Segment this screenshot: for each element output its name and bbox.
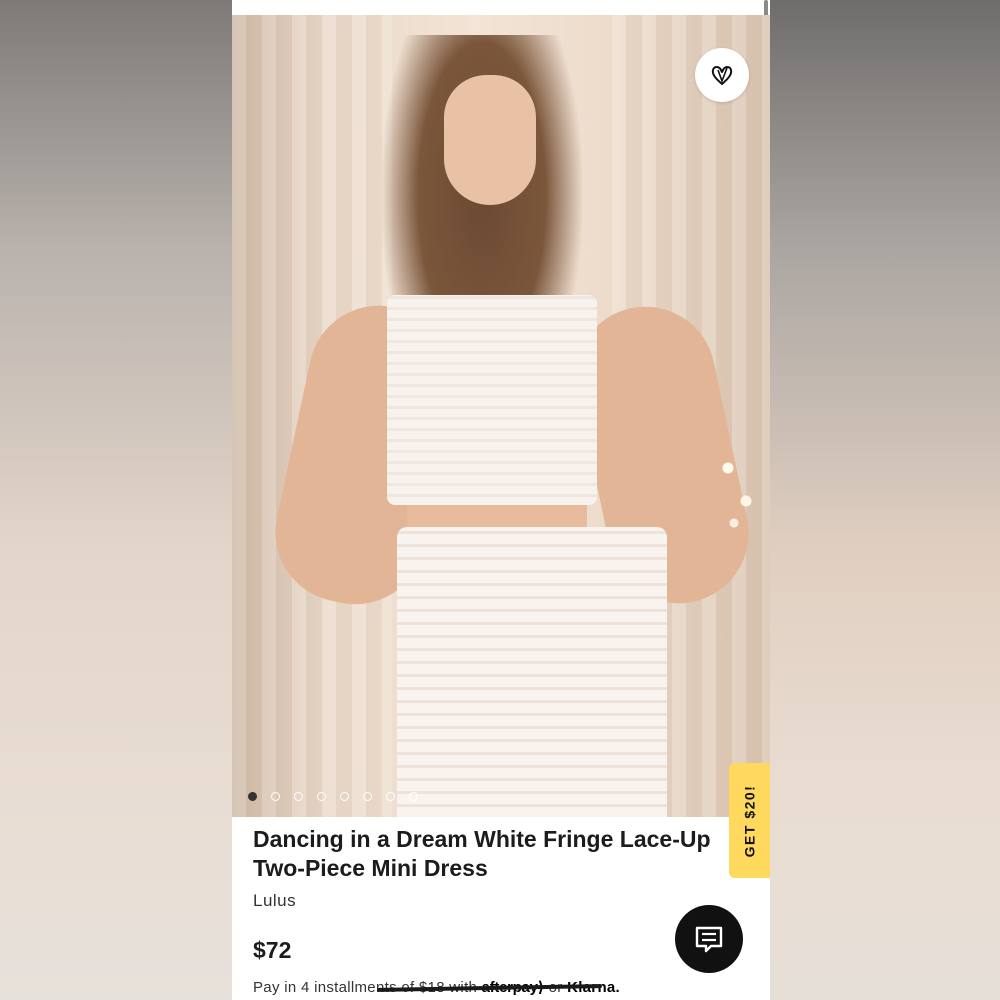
product-price: $72 bbox=[253, 937, 292, 963]
dress-top bbox=[387, 295, 597, 505]
carousel-dot[interactable] bbox=[386, 792, 395, 801]
model-face bbox=[444, 75, 536, 205]
product-brand[interactable]: Lulus bbox=[253, 891, 296, 911]
background-blur-right bbox=[770, 0, 1000, 1000]
carousel-dot[interactable] bbox=[363, 792, 372, 801]
product-image[interactable] bbox=[232, 15, 770, 817]
carousel-dots bbox=[248, 792, 418, 801]
carousel-dot[interactable] bbox=[317, 792, 326, 801]
background-blur-left bbox=[0, 0, 232, 1000]
chat-button[interactable] bbox=[675, 905, 743, 973]
promo-label: GET $20! bbox=[741, 784, 758, 857]
carousel-dot[interactable] bbox=[271, 792, 280, 801]
phone-screen: GET $20! Dancing in a Dream White Fringe… bbox=[232, 0, 770, 1000]
carousel-dot[interactable] bbox=[294, 792, 303, 801]
heart-icon bbox=[711, 66, 733, 85]
product-title: Dancing in a Dream White Fringe Lace-Up … bbox=[253, 826, 711, 881]
carousel-dot[interactable] bbox=[409, 792, 418, 801]
favorite-button[interactable] bbox=[695, 48, 749, 102]
get-20-promo-tab[interactable]: GET $20! bbox=[729, 763, 770, 878]
carousel-dot[interactable] bbox=[248, 792, 257, 801]
flowers-decoration bbox=[710, 435, 770, 545]
chat-bubble-icon bbox=[695, 926, 723, 953]
dress-skirt bbox=[397, 527, 667, 817]
carousel-dot[interactable] bbox=[340, 792, 349, 801]
